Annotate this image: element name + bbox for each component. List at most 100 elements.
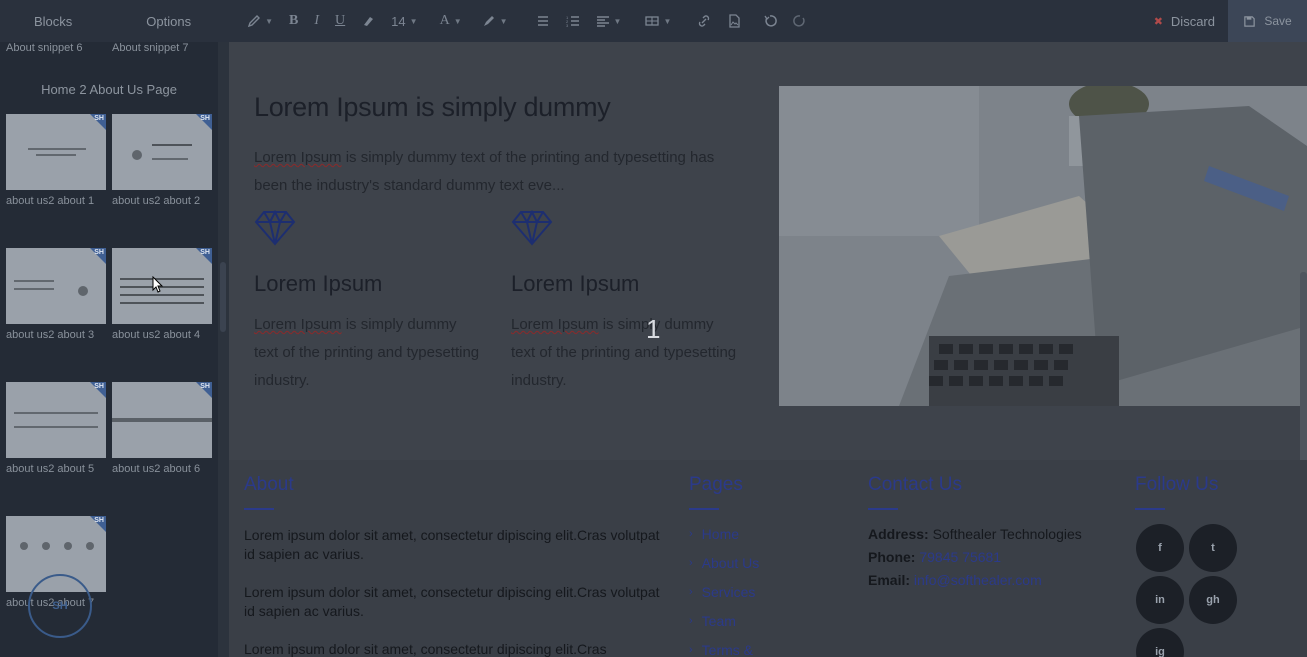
- sh-badge: SH: [200, 383, 210, 390]
- footer-link-about[interactable]: › About Us: [689, 553, 759, 572]
- image-button[interactable]: [719, 0, 749, 42]
- ordered-list-icon: 123: [566, 15, 579, 28]
- clear-format-button[interactable]: [353, 0, 383, 42]
- chevron-right-icon: ›: [689, 527, 693, 540]
- save-label: Save: [1264, 14, 1292, 28]
- hero-text[interactable]: Lorem Ipsum is simply dummy text of the …: [254, 144, 744, 200]
- sidebar-scrollbar[interactable]: [218, 42, 229, 657]
- phone-link[interactable]: 79845 75681: [919, 549, 1001, 565]
- eraser-icon: [364, 17, 374, 26]
- feature-block[interactable]: Lorem Ipsum Lorem Ipsum is simply dummy …: [511, 209, 741, 395]
- footer-heading: Pages: [689, 474, 743, 495]
- chevron-right-icon: ›: [689, 556, 693, 569]
- numbered-list-button[interactable]: 123: [558, 0, 588, 42]
- block-label: about us2 about 5: [6, 463, 95, 475]
- scrollbar-thumb[interactable]: [220, 262, 226, 332]
- tab-options[interactable]: Options: [106, 0, 225, 42]
- block-thumbnail-about-3[interactable]: SH: [6, 248, 106, 324]
- block-label: about us2 about 3: [6, 329, 95, 341]
- email-link[interactable]: info@softhealer.com: [914, 572, 1042, 588]
- highlight-button[interactable]: ▼: [474, 0, 516, 42]
- contact-address: Address: Softhealer Technologies: [868, 526, 1082, 542]
- font-size-dropdown[interactable]: 14 ▼: [383, 0, 425, 42]
- discard-button[interactable]: ✖ Discard: [1154, 0, 1215, 42]
- footer-link-services[interactable]: › Services: [689, 582, 759, 601]
- chevron-right-icon: ›: [689, 643, 693, 656]
- diamond-icon: [254, 209, 296, 246]
- chevron-down-icon: ▼: [453, 16, 462, 26]
- diamond-icon: [511, 209, 553, 246]
- heading-underline: [868, 508, 898, 510]
- hero-image[interactable]: [779, 86, 1307, 406]
- redo-button[interactable]: [785, 0, 815, 42]
- bullet-list-button[interactable]: [528, 0, 558, 42]
- font-color-button[interactable]: A ▼: [432, 0, 470, 42]
- page-footer[interactable]: About Lorem ipsum dolor sit amet, consec…: [229, 460, 1307, 657]
- about-paragraph: Lorem ipsum dolor sit amet, consectetur …: [244, 584, 660, 619]
- chevron-down-icon: ▼: [613, 16, 622, 26]
- block-thumbnail-about-6[interactable]: SH: [112, 382, 212, 458]
- italic-button[interactable]: I: [306, 0, 327, 42]
- footer-heading: Follow Us: [1135, 474, 1219, 495]
- brush-icon: [483, 16, 494, 26]
- feature-title: Lorem Ipsum: [511, 271, 640, 296]
- block-label: about us2 about 2: [112, 195, 201, 207]
- snippet-label[interactable]: About snippet 7: [112, 42, 188, 54]
- block-label: about us2 about 6: [112, 463, 201, 475]
- about-paragraph: Lorem ipsum dolor sit amet, consectetur …: [244, 641, 607, 657]
- block-label: about us2 about 4: [112, 329, 201, 341]
- footer-about: About Lorem ipsum dolor sit amet, consec…: [244, 474, 664, 657]
- file-image-icon: [729, 14, 741, 28]
- bold-button[interactable]: B: [281, 0, 306, 42]
- sh-badge: SH: [200, 115, 210, 122]
- footer-heading: About: [244, 474, 294, 495]
- sh-badge: SH: [94, 115, 104, 122]
- list-icon: [537, 16, 548, 26]
- undo-button[interactable]: [755, 0, 785, 42]
- close-icon: ✖: [1153, 15, 1163, 28]
- tab-blocks[interactable]: Blocks: [0, 0, 106, 42]
- block-thumbnail-about-1[interactable]: SH: [6, 114, 106, 190]
- heading-underline: [689, 508, 719, 510]
- snippet-label[interactable]: About snippet 6: [6, 42, 82, 54]
- sh-badge: SH: [94, 517, 104, 524]
- mouse-cursor-icon: [152, 276, 164, 293]
- link-button[interactable]: [689, 0, 719, 42]
- editor-canvas[interactable]: Lorem Ipsum is simply dummy Lorem Ipsum …: [229, 42, 1307, 657]
- sh-badge: SH: [94, 383, 104, 390]
- footer-link-team[interactable]: › Team: [689, 611, 759, 630]
- facebook-icon[interactable]: f: [1136, 524, 1184, 572]
- sh-badge: SH: [94, 249, 104, 256]
- block-thumbnail-about-2[interactable]: SH: [112, 114, 212, 190]
- chevron-down-icon: ▼: [409, 16, 418, 26]
- twitter-icon[interactable]: t: [1189, 524, 1237, 572]
- link-icon: [699, 15, 710, 27]
- sh-badge: SH: [200, 249, 210, 256]
- editor-toolbar: Blocks Options ▼ B I U 14 ▼ A ▼ ▼ 123 ▼ …: [0, 0, 1307, 42]
- instagram-icon[interactable]: ig: [1136, 628, 1184, 657]
- feature-text: Lorem Ipsum is simply dummy text of the …: [511, 316, 737, 389]
- footer-link-terms[interactable]: › Terms &: [689, 640, 759, 657]
- laptop-photo: [779, 86, 1307, 406]
- font-size-value: 14: [391, 13, 406, 29]
- heading-underline: [244, 508, 274, 510]
- hero-title[interactable]: Lorem Ipsum is simply dummy: [254, 92, 611, 123]
- chevron-right-icon: ›: [689, 585, 693, 598]
- heading-underline: [1135, 508, 1165, 510]
- footer-follow: Follow Us f t in gh ig: [1135, 474, 1295, 657]
- underline-button[interactable]: U: [327, 0, 353, 42]
- github-icon[interactable]: gh: [1189, 576, 1237, 624]
- feature-block[interactable]: Lorem Ipsum Lorem Ipsum is simply dummy …: [254, 209, 484, 395]
- pen-style-button[interactable]: ▼: [239, 0, 281, 42]
- footer-contact: Contact Us Address: Softhealer Technolog…: [868, 474, 1082, 588]
- chevron-down-icon: ▼: [265, 16, 274, 26]
- chevron-down-icon: ▼: [499, 16, 508, 26]
- block-thumbnail-about-5[interactable]: SH: [6, 382, 106, 458]
- footer-link-home[interactable]: › Home: [689, 524, 759, 543]
- about-paragraph: Lorem ipsum dolor sit amet, consectetur …: [244, 527, 660, 562]
- table-dropdown[interactable]: ▼: [637, 0, 679, 42]
- align-dropdown[interactable]: ▼: [588, 0, 630, 42]
- save-button[interactable]: Save: [1228, 0, 1307, 42]
- linkedin-icon[interactable]: in: [1136, 576, 1184, 624]
- svg-text:3: 3: [566, 23, 569, 28]
